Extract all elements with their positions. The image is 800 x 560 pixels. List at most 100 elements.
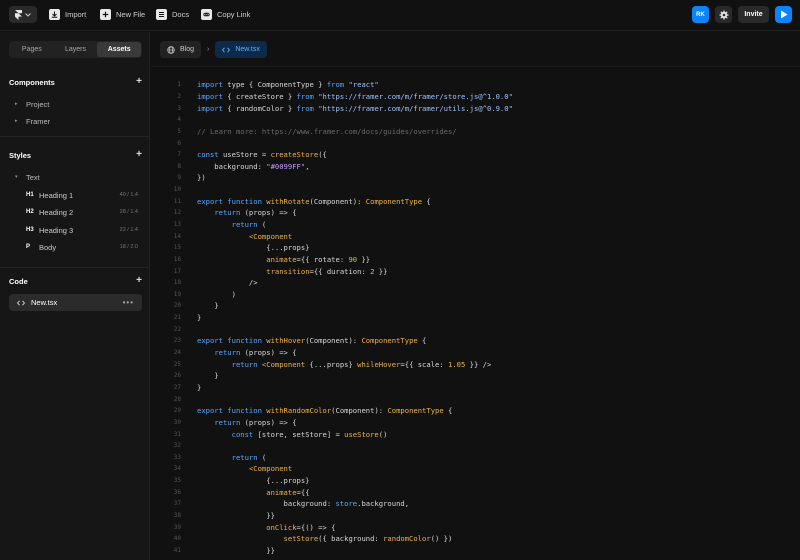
breadcrumb-file[interactable]: New.tsx: [215, 41, 267, 58]
code-line: 2 import { createStore } from "https://fr…: [151, 91, 800, 103]
style-name: Heading 1: [39, 190, 74, 200]
line-number: 1: [177, 81, 181, 89]
breadcrumb-label: Blog: [180, 46, 195, 53]
styles-title: Styles: [9, 150, 32, 160]
tree-item-text[interactable]: ▾ Text: [15, 171, 40, 183]
line-number: 30: [173, 418, 181, 426]
line-number: 41: [173, 546, 181, 554]
style-name: Heading 3: [39, 225, 74, 235]
code-line: 5// Learn more: https://www.framer.com/d…: [151, 126, 800, 138]
framer-logo-icon: [15, 9, 22, 20]
code-title: Code: [9, 276, 28, 286]
code-line: 37 background: store.background,: [151, 498, 800, 510]
breadcrumb: Blog › New.tsx: [160, 41, 267, 58]
line-number: 7: [177, 151, 181, 159]
line-number: 34: [173, 465, 181, 473]
tree-item-framer[interactable]: ▸ Framer: [15, 115, 50, 127]
code-area[interactable]: 1 import type { ComponentType } from "rea…: [151, 79, 800, 556]
new-file-button[interactable]: New File: [100, 8, 145, 21]
line-number: 6: [177, 139, 181, 147]
import-button[interactable]: Import: [49, 8, 86, 21]
line-number: 8: [177, 162, 181, 170]
line-number: 23: [173, 337, 181, 345]
code-brackets-icon: [17, 300, 25, 305]
style-item-heading-2[interactable]: H2 Heading 2 28 / 1.4: [26, 206, 138, 218]
line-number: 17: [173, 267, 181, 275]
style-meta: 40 / 1.4: [119, 192, 138, 198]
tab-pages[interactable]: Pages: [10, 42, 54, 57]
code-line: 7 const useStore = createStore({: [151, 149, 800, 161]
components-section-header: Components +: [9, 76, 142, 88]
code-line: 8 background: "#0099FF",: [151, 160, 800, 172]
style-item-heading-1[interactable]: H1 Heading 1 40 / 1.4: [26, 189, 138, 201]
line-number: 29: [173, 407, 181, 415]
add-code-file-icon[interactable]: +: [136, 276, 142, 286]
chevron-right-icon: ›: [207, 46, 210, 53]
docs-label: Docs: [172, 10, 190, 19]
line-number: 28: [173, 395, 181, 403]
code-line: 41 }}: [151, 545, 800, 557]
tab-assets[interactable]: Assets: [97, 42, 142, 57]
code-line: 23 export function withHover(Component): …: [151, 335, 800, 347]
tab-layers[interactable]: Layers: [54, 42, 98, 57]
style-item-body[interactable]: P Body 18 / 2.0: [26, 241, 138, 253]
tree-item-project[interactable]: ▸ Project: [15, 98, 49, 110]
import-label: Import: [65, 10, 87, 19]
breadcrumb-blog[interactable]: Blog: [160, 41, 202, 58]
code-line: 10: [151, 184, 800, 196]
code-line: 9}): [151, 172, 800, 184]
line-number: 22: [173, 325, 181, 333]
line-number: 27: [173, 383, 181, 391]
plus-icon: [100, 9, 111, 20]
user-avatar[interactable]: RK: [692, 6, 709, 23]
line-number: 24: [173, 349, 181, 357]
style-item-heading-3[interactable]: H3 Heading 3 22 / 1.4: [26, 224, 138, 236]
style-name: Body: [39, 242, 57, 252]
code-line: 36 animate={{: [151, 486, 800, 498]
style-tag: H3: [26, 227, 34, 233]
copy-link-label: Copy Link: [217, 10, 251, 19]
settings-button[interactable]: [715, 6, 732, 23]
style-meta: 22 / 1.4: [119, 227, 138, 233]
code-line: 31 const [store, setStore] = useStore(): [151, 428, 800, 440]
link-icon: [201, 9, 212, 20]
style-meta: 28 / 1.4: [119, 209, 138, 215]
code-editor: Blog › New.tsx 1 import type { ComponentT…: [151, 32, 800, 560]
code-line: 30 return (props) => {: [151, 417, 800, 429]
code-line: 24 return (props) => {: [151, 347, 800, 359]
line-number: 18: [173, 279, 181, 287]
code-file-item[interactable]: New.tsx •••: [9, 294, 142, 311]
line-number: 10: [173, 186, 181, 194]
code-line: 27}: [151, 382, 800, 394]
gear-icon: [719, 10, 728, 19]
caret-right-icon: ▸: [15, 118, 18, 124]
add-component-icon[interactable]: +: [136, 77, 142, 87]
style-tag: H1: [26, 192, 34, 198]
docs-button[interactable]: Docs: [156, 8, 189, 21]
line-number: 14: [173, 232, 181, 240]
docs-icon: [156, 9, 167, 20]
globe-icon: [167, 45, 175, 54]
copy-link-button[interactable]: Copy Link: [201, 8, 250, 21]
preview-button[interactable]: [775, 6, 792, 23]
line-number: 20: [173, 302, 181, 310]
caret-down-icon: ▾: [15, 174, 18, 180]
code-brackets-icon: [222, 47, 231, 52]
code-line: 38 }}: [151, 510, 800, 522]
left-sidebar: Pages Layers Assets Components + ▸ Proje…: [0, 32, 150, 560]
code-file-name: New.tsx: [31, 298, 58, 307]
caret-right-icon: ▸: [15, 101, 18, 107]
more-options-icon[interactable]: •••: [123, 298, 134, 307]
framer-menu-button[interactable]: [9, 6, 37, 23]
code-line: 3 import { randomColor } from "https://fr…: [151, 102, 800, 114]
play-icon: [780, 10, 787, 19]
add-style-icon[interactable]: +: [136, 150, 142, 160]
code-line: 26 }: [151, 370, 800, 382]
invite-button[interactable]: Invite: [738, 6, 769, 23]
code-line: 20 }: [151, 300, 800, 312]
breadcrumb-label: New.tsx: [235, 46, 260, 53]
line-number: 11: [173, 197, 181, 205]
code-line: 40 setStore({ background: randomColor() …: [151, 533, 800, 545]
style-tag: P: [26, 244, 31, 250]
line-number: 36: [173, 488, 181, 496]
